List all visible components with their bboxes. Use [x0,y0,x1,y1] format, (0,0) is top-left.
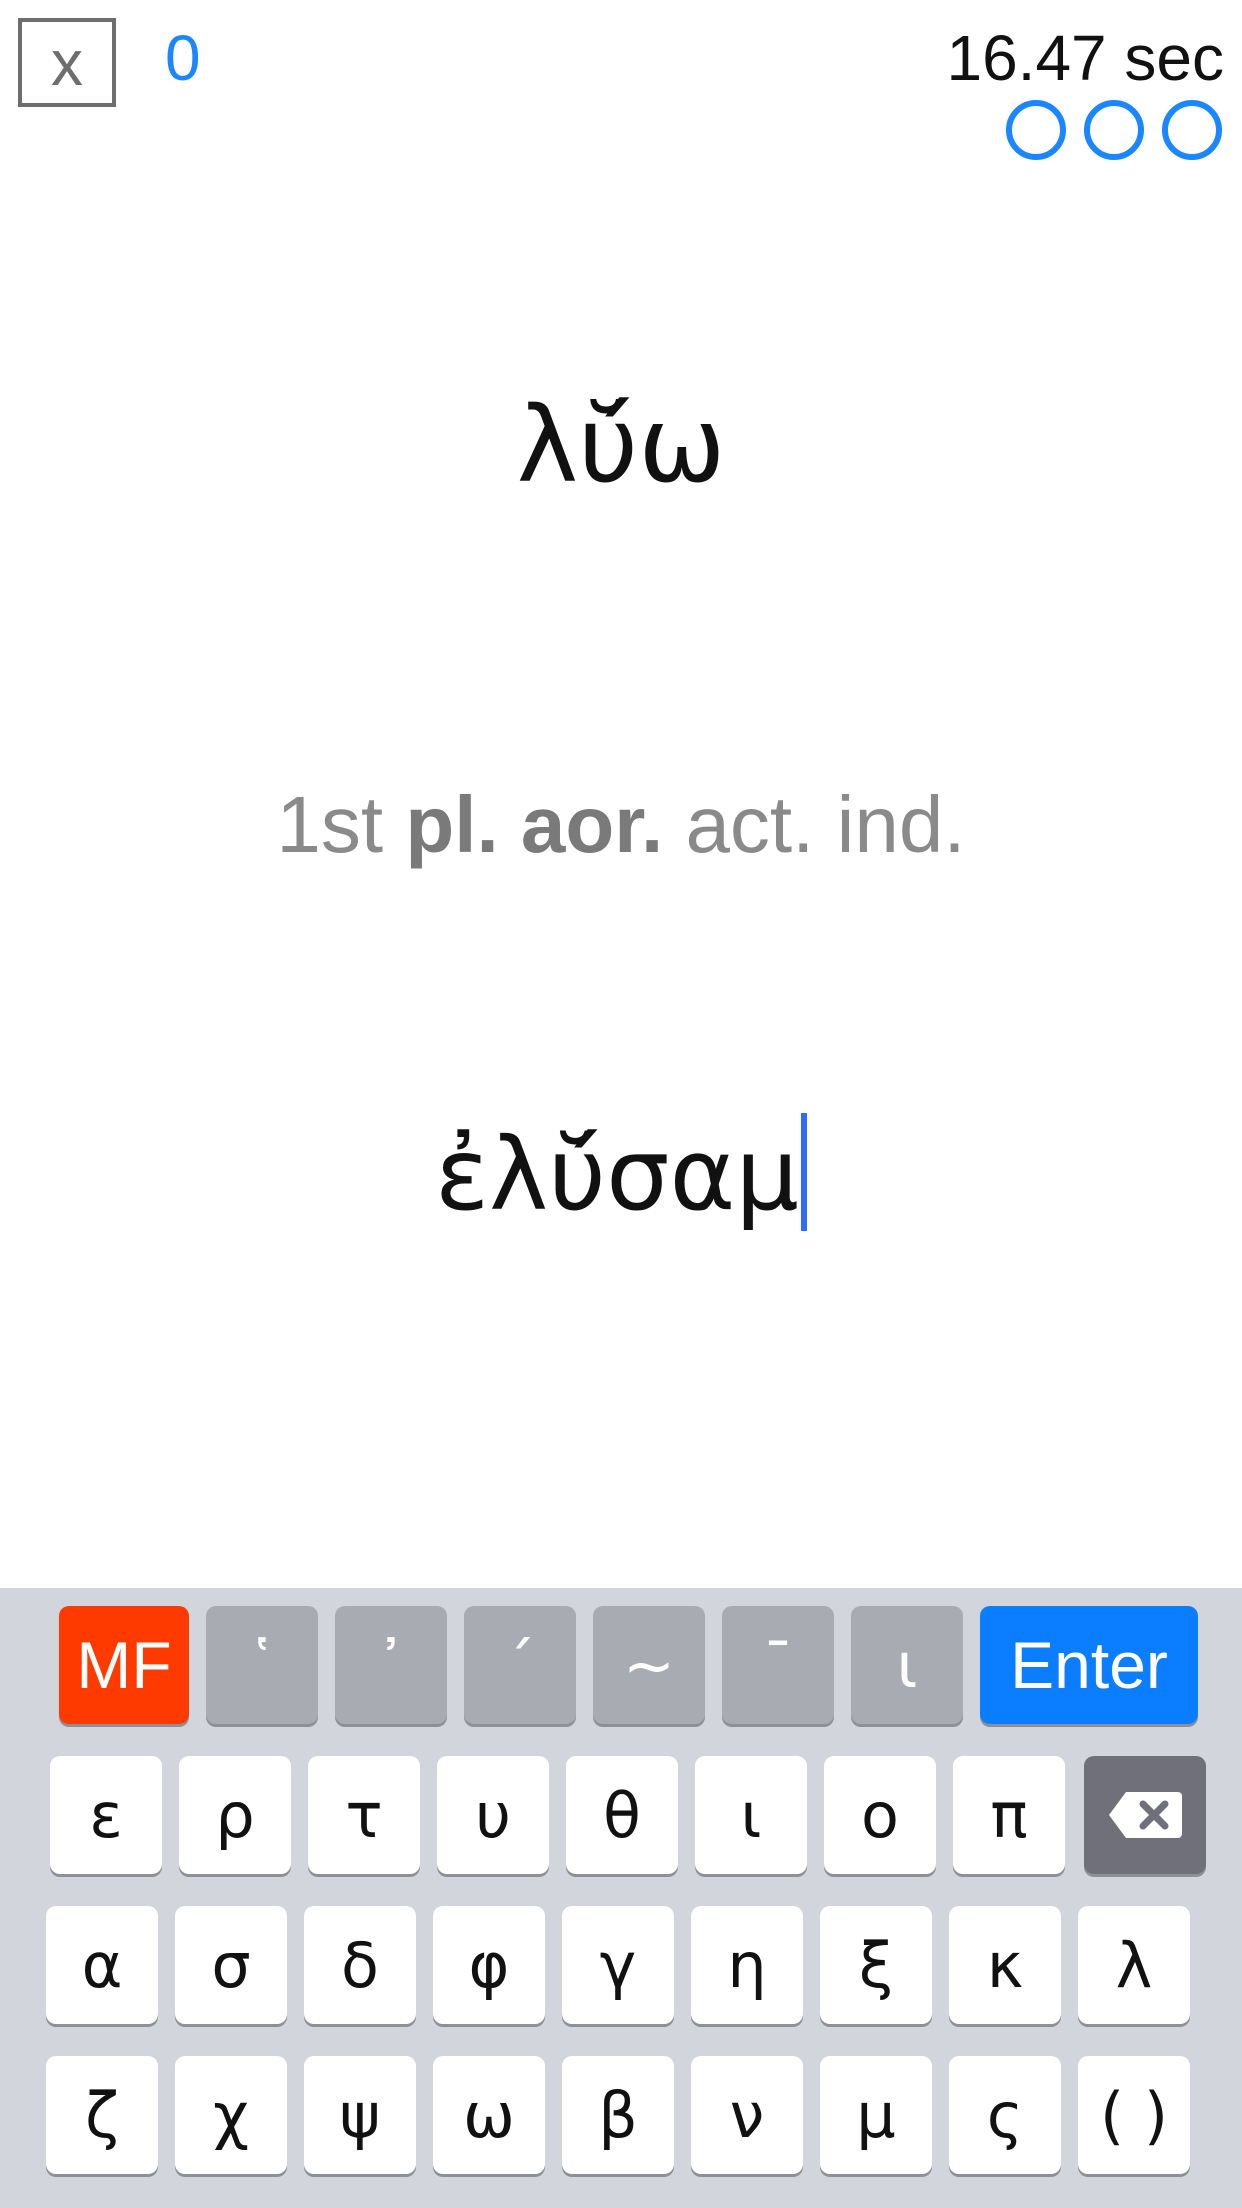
mf-button[interactable]: MF [59,1606,189,1724]
key-acute-accent[interactable]: ´ [464,1606,576,1724]
key-letter[interactable]: φ [433,1906,545,2024]
key-letter[interactable]: ι [695,1756,807,1874]
key-parentheses[interactable]: ( ) [1078,2056,1190,2174]
backspace-icon [1109,1792,1182,1838]
key-letter[interactable]: γ [562,1906,674,2024]
key-letter[interactable]: υ [437,1756,549,1874]
key-letter[interactable]: λ [1078,1906,1190,2024]
parsing-number-tense: pl. aor. [405,780,664,869]
key-letter[interactable]: κ [949,1906,1061,2024]
timer: 16.47 sec [946,22,1224,94]
key-letter[interactable]: η [691,1906,803,2024]
answer-text: ἐλῠ́σαμ [434,1116,799,1233]
enter-button[interactable]: Enter [980,1606,1198,1724]
lemma-word: λῠ́ω [516,384,726,506]
parsing-label: 1st pl. aor. act. ind. [0,775,1242,875]
key-rough-breathing[interactable]: ῾ [206,1606,318,1724]
key-letter[interactable]: ο [824,1756,936,1874]
life-circle-icon [1084,100,1144,160]
key-letter[interactable]: ν [691,2056,803,2174]
life-circle-icon [1006,100,1066,160]
parsing-person: 1st [276,780,384,869]
key-letter[interactable]: α [46,1906,158,2024]
key-letter[interactable]: χ [175,2056,287,2174]
key-letter[interactable]: ς [949,2056,1061,2174]
key-letter[interactable]: θ [566,1756,678,1874]
key-iota-subscript[interactable]: ι [851,1606,963,1724]
key-letter[interactable]: μ [820,2056,932,2174]
key-letter[interactable]: π [953,1756,1065,1874]
parsing-voice-mood: act. ind. [685,780,966,869]
key-letter[interactable]: ξ [820,1906,932,2024]
key-letter[interactable]: δ [304,1906,416,2024]
text-caret [801,1113,807,1231]
greek-keyboard: MF ῾ ᾿ ´ ~ ¯ ι Enter ε ρ τ υ θ ι ο π α σ… [0,1588,1242,2208]
key-letter[interactable]: ψ [304,2056,416,2174]
score-counter: 0 [165,22,201,94]
key-macron[interactable]: ¯ [722,1606,834,1724]
lives-indicator [1006,100,1222,160]
life-circle-icon [1162,100,1222,160]
key-letter[interactable]: β [562,2056,674,2174]
key-letter[interactable]: ζ [46,2056,158,2174]
quit-button[interactable]: x [18,18,116,107]
backspace-button[interactable] [1084,1756,1206,1874]
key-letter[interactable]: τ [308,1756,420,1874]
key-letter[interactable]: σ [175,1906,287,2024]
key-circumflex[interactable]: ~ [593,1606,705,1724]
answer-input[interactable]: ἐλῠ́σαμ [0,1110,1242,1240]
key-letter[interactable]: ω [433,2056,545,2174]
key-letter[interactable]: ρ [179,1756,291,1874]
key-letter[interactable]: ε [50,1756,162,1874]
key-smooth-breathing[interactable]: ᾿ [335,1606,447,1724]
